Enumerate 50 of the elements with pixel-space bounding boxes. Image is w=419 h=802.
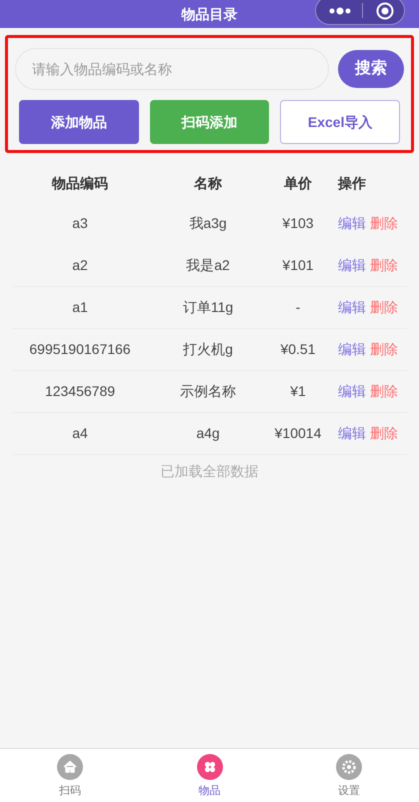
edit-link[interactable]: 编辑 xyxy=(338,213,366,234)
column-header: 物品编码 xyxy=(50,174,109,192)
delete-link[interactable]: 删除 xyxy=(370,381,398,402)
edit-link[interactable]: 编辑 xyxy=(338,339,366,360)
tab-item[interactable]: 扫码 xyxy=(0,749,140,802)
table-cell-text: 订单11g xyxy=(182,298,234,317)
edit-link[interactable]: 编辑 xyxy=(338,423,366,444)
delete-link[interactable]: 删除 xyxy=(370,255,398,276)
delete-link[interactable]: 删除 xyxy=(370,423,398,444)
window-title: 物品目录 xyxy=(182,4,238,24)
table-cell-text: 6995190167166 xyxy=(28,340,132,359)
delete-link[interactable]: 删除 xyxy=(370,297,398,318)
action-button[interactable]: Excel导入 xyxy=(280,100,400,144)
table-cell-text: 打火机g xyxy=(182,340,234,359)
edit-link[interactable]: 编辑 xyxy=(338,297,366,318)
tab-item[interactable]: 设置 xyxy=(279,749,419,802)
table-cell-text: a4 xyxy=(71,424,89,443)
grid-icon xyxy=(196,754,222,780)
table-cell-text: a2 xyxy=(71,256,89,275)
table-cell-text: ¥101 xyxy=(281,256,315,275)
delete-link[interactable]: 删除 xyxy=(370,339,398,360)
settings-icon xyxy=(336,754,362,780)
table-cell-text: ¥103 xyxy=(281,214,315,233)
search-field[interactable]: 请输入物品编码或名称 xyxy=(15,48,329,90)
table-cell-text: ¥1 xyxy=(289,382,307,401)
table-cell-text: a3 xyxy=(71,214,89,233)
table-cell-text: a1 xyxy=(71,298,89,317)
delete-link[interactable]: 删除 xyxy=(370,213,398,234)
column-header: 名称 xyxy=(192,174,223,192)
table-cell-text: ¥0.51 xyxy=(279,340,317,359)
more-icon[interactable] xyxy=(329,6,351,14)
column-header: 操作 xyxy=(336,174,367,192)
search-button[interactable]: 搜索 xyxy=(338,50,404,88)
table-cell-text: 123456789 xyxy=(44,382,116,401)
table-cell-text: 我a3g xyxy=(188,214,228,233)
edit-link[interactable]: 编辑 xyxy=(338,381,366,402)
edit-link[interactable]: 编辑 xyxy=(338,255,366,276)
column-header: 单价 xyxy=(283,174,313,192)
home-icon xyxy=(56,754,83,780)
close-circle-icon[interactable] xyxy=(376,2,394,20)
table-cell-text: - xyxy=(294,298,302,317)
tab-item[interactable]: 物品 xyxy=(140,749,280,802)
table-cell-text: ¥10014 xyxy=(274,424,322,443)
action-button[interactable]: 扫码添加 xyxy=(150,100,270,144)
status-note: 已加载全部数据 xyxy=(160,462,260,481)
table-cell-text: a4g xyxy=(195,424,221,443)
action-button[interactable]: 添加物品 xyxy=(19,100,139,144)
table-cell-text: 我是a2 xyxy=(185,256,231,275)
capsule-menu[interactable] xyxy=(315,0,405,25)
table-cell-text: 示例名称 xyxy=(179,382,237,401)
